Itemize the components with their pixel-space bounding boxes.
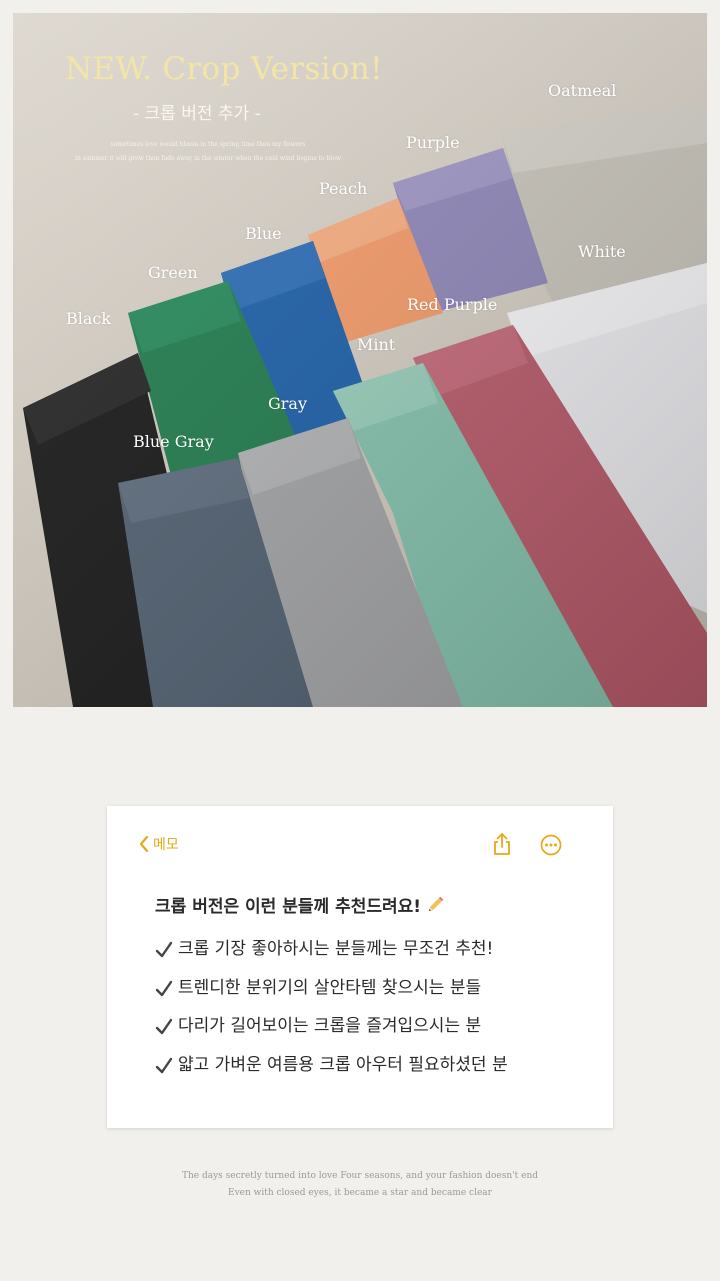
color-label-purple: Purple — [406, 133, 460, 152]
color-label-white: White — [578, 242, 626, 261]
list-item: 다리가 길어보이는 크롭을 즐겨입으시는 분 — [155, 1015, 508, 1054]
list-item: 얇고 가벼운 여름용 크롭 아우터 필요하셨던 분 — [155, 1054, 508, 1093]
memo-card: 메모 크롭 버전은 이런 분들께 추천드려요! 크롭 기장 좋아하시는 분들께는… — [107, 806, 613, 1128]
more-button[interactable] — [540, 834, 562, 860]
subtitle: - 크롭 버전 추가 - — [133, 104, 261, 124]
color-label-red-purple: Red Purple — [407, 295, 498, 314]
tagline-line-2: in summer it will grow then fade away in… — [75, 155, 341, 162]
tagline-line-1: sometimes love would bloom in the spring… — [110, 141, 306, 148]
pencil-icon — [429, 896, 444, 911]
chevron-left-icon — [139, 836, 149, 852]
color-label-green: Green — [148, 263, 198, 282]
footer-line-1: The days secretly turned into love Four … — [181, 1171, 538, 1181]
more-icon — [540, 834, 562, 856]
shorts-illustration — [13, 13, 707, 707]
share-button[interactable] — [492, 832, 512, 860]
headline: NEW. Crop Version! — [65, 51, 383, 87]
checkmark-icon — [155, 941, 173, 958]
list-item: 트렌디한 분위기의 살안타템 찾으시는 분들 — [155, 977, 508, 1016]
list-item-text: 얇고 가벼운 여름용 크롭 아우터 필요하셨던 분 — [178, 1054, 508, 1075]
color-label-oatmeal: Oatmeal — [548, 81, 617, 100]
checkmark-icon — [155, 980, 173, 996]
checkmark-icon — [155, 1057, 173, 1073]
back-label: 메모 — [153, 837, 179, 853]
footer-line-2: Even with closed eyes, it became a star … — [228, 1188, 492, 1198]
color-label-peach: Peach — [319, 179, 368, 198]
color-label-black: Black — [66, 309, 112, 328]
share-icon — [494, 833, 510, 855]
color-label-mint: Mint — [357, 335, 396, 354]
back-button[interactable]: 메모 — [139, 834, 179, 854]
color-label-gray: Gray — [268, 394, 308, 413]
note-title-text: 크롭 버전은 이런 분들께 추천드려요! — [155, 897, 422, 917]
recommendation-list: 크롭 기장 좋아하시는 분들께는 무조건 추천! 트렌디한 분위기의 살안타템 … — [155, 938, 508, 1092]
list-item-text: 다리가 길어보이는 크롭을 즐겨입으시는 분 — [178, 1016, 482, 1036]
note-title: 크롭 버전은 이런 분들께 추천드려요! — [155, 892, 445, 917]
list-item-text: 크롭 기장 좋아하시는 분들께는 무조건 추천! — [178, 939, 494, 959]
product-photo: NEW. Crop Version! - 크롭 버전 추가 - sometime… — [13, 13, 707, 707]
list-item-text: 트렌디한 분위기의 살안타템 찾으시는 분들 — [178, 977, 482, 998]
color-label-blue: Blue — [245, 224, 282, 243]
checkmark-icon — [155, 1018, 173, 1035]
color-label-blue-gray: Blue Gray — [133, 432, 214, 451]
list-item: 크롭 기장 좋아하시는 분들께는 무조건 추천! — [155, 938, 508, 977]
